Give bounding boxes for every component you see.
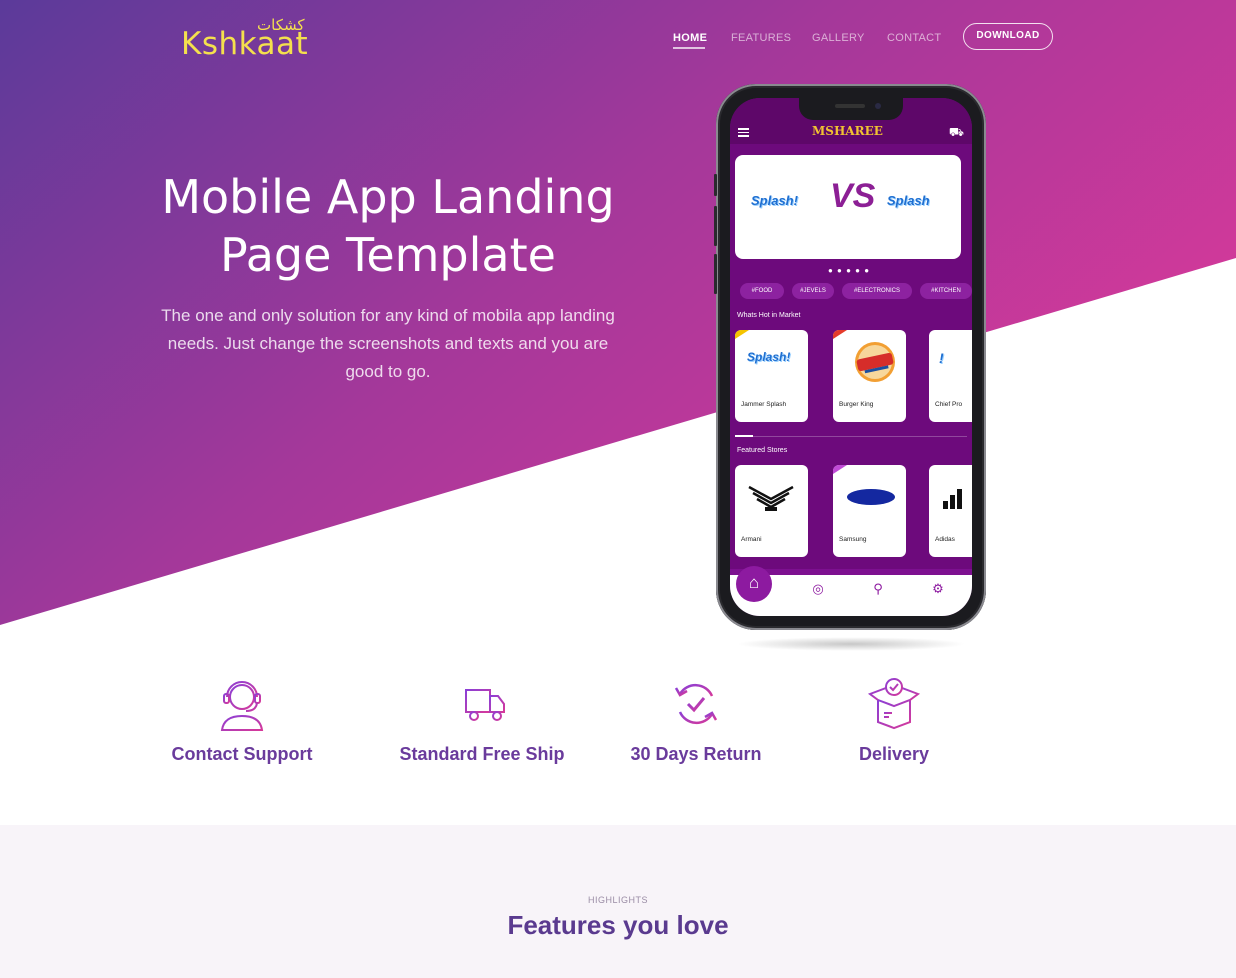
download-button[interactable]: DOWNLOAD xyxy=(963,23,1053,50)
promo-banner[interactable]: Splash! VS Splash xyxy=(735,155,961,259)
hero-title-line2: Page Template xyxy=(220,228,556,282)
tag-jevels[interactable]: #JEVELS xyxy=(792,283,834,299)
featured-store-card[interactable]: Samsung xyxy=(833,465,906,557)
samsung-logo xyxy=(847,489,895,505)
card-name: Adidas xyxy=(935,536,955,543)
hero-title-line1: Mobile App Landing xyxy=(161,170,615,224)
highlights-kicker: HIGHLIGHTS xyxy=(587,895,648,905)
hero-section: Kshkaat كشكات HOME FEATURES GALLERY CONT… xyxy=(0,0,1236,640)
armani-logo xyxy=(748,485,794,511)
card-ribbon xyxy=(735,330,749,339)
phone-mockup: MSHAREE ⛟ Splash! VS Splash ● ● ● ● ● #F… xyxy=(714,84,986,630)
return-icon xyxy=(674,683,718,725)
section-divider-accent xyxy=(735,435,753,437)
home-icon[interactable]: ⌂ xyxy=(736,566,772,602)
feature-contact-support[interactable]: Contact Support xyxy=(132,676,352,765)
phone-volume-button xyxy=(714,254,717,294)
carousel-dots[interactable]: ● ● ● ● ● xyxy=(828,266,870,275)
hero-subtitle: The one and only solution for any kind o… xyxy=(161,306,615,381)
featured-store-card[interactable]: Armani xyxy=(735,465,808,557)
card-name: Chief Pro xyxy=(935,401,963,408)
tag-electronics[interactable]: #ELECTRONICS xyxy=(842,283,912,299)
featured-store-card[interactable]: Adidas xyxy=(929,465,972,557)
chat-icon[interactable]: ◎ xyxy=(810,581,826,597)
highlights-title: Features you love xyxy=(507,910,729,940)
box-icon xyxy=(867,678,921,730)
phone-notch xyxy=(799,98,903,120)
truck-icon xyxy=(456,689,505,721)
app-brand: MSHAREE xyxy=(812,124,883,138)
nav-features[interactable]: FEATURES xyxy=(731,32,791,44)
feature-label: Delivery xyxy=(858,744,930,764)
phone-volume-button xyxy=(714,174,717,196)
banner-left-logo: Splash! xyxy=(751,193,798,208)
card-name: Samsung xyxy=(839,536,867,543)
hot-item-card[interactable]: Burger King xyxy=(833,330,906,422)
phone-screen: MSHAREE ⛟ Splash! VS Splash ● ● ● ● ● #F… xyxy=(730,98,972,616)
hot-item-card[interactable]: ! Chief Pro xyxy=(929,330,972,422)
tag-food[interactable]: #FOOD xyxy=(740,283,784,299)
phone-shadow xyxy=(736,637,966,651)
feature-label: Standard Free Ship xyxy=(399,744,565,764)
hot-item-card[interactable]: Splash! Jammer Splash xyxy=(735,330,808,422)
feature-label: 30 Days Return xyxy=(630,744,762,764)
search-icon[interactable]: ⚲ xyxy=(870,581,886,597)
highlights-section: HIGHLIGHTS Features you love xyxy=(0,825,1236,978)
banner-right-logo: Splash xyxy=(887,193,930,208)
cart-icon[interactable]: ⛟ xyxy=(949,125,964,141)
phone-volume-button xyxy=(714,206,717,246)
banner-vs-mark: VS xyxy=(830,177,876,215)
section-divider xyxy=(735,436,967,437)
headset-icon xyxy=(220,681,264,731)
hero-title: Mobile App Landing Page Template xyxy=(140,168,636,284)
hamburger-menu-icon[interactable] xyxy=(738,128,749,137)
feature-free-ship[interactable]: Standard Free Ship xyxy=(372,676,592,765)
phone-speaker xyxy=(835,104,865,108)
hot-section-title: Whats Hot in Market xyxy=(737,312,801,319)
nav-active-indicator xyxy=(673,47,705,49)
tag-kitchen[interactable]: #KITCHEN xyxy=(920,283,972,299)
feature-delivery[interactable]: Delivery xyxy=(784,676,1004,765)
phone-camera xyxy=(875,103,881,109)
featured-section-title: Featured Stores xyxy=(737,447,788,454)
burger-king-logo xyxy=(855,342,895,382)
nav-gallery[interactable]: GALLERY xyxy=(812,32,865,44)
card-name: Burger King xyxy=(839,401,874,408)
category-tags: #FOOD #JEVELS #ELECTRONICS #KITCHEN xyxy=(740,283,972,299)
feature-label: Contact Support xyxy=(171,744,313,764)
card-ribbon xyxy=(833,465,847,474)
settings-icon[interactable]: ⚙ xyxy=(930,581,946,597)
card-logo: Splash! xyxy=(747,350,791,364)
adidas-logo xyxy=(943,489,962,509)
card-name: Jammer Splash xyxy=(741,401,787,408)
feature-30-days-return[interactable]: 30 Days Return xyxy=(586,676,806,765)
nav-home[interactable]: HOME xyxy=(673,32,707,44)
nav-contact[interactable]: CONTACT xyxy=(887,32,941,44)
card-logo: ! xyxy=(939,350,944,366)
card-name: Armani xyxy=(741,536,762,543)
